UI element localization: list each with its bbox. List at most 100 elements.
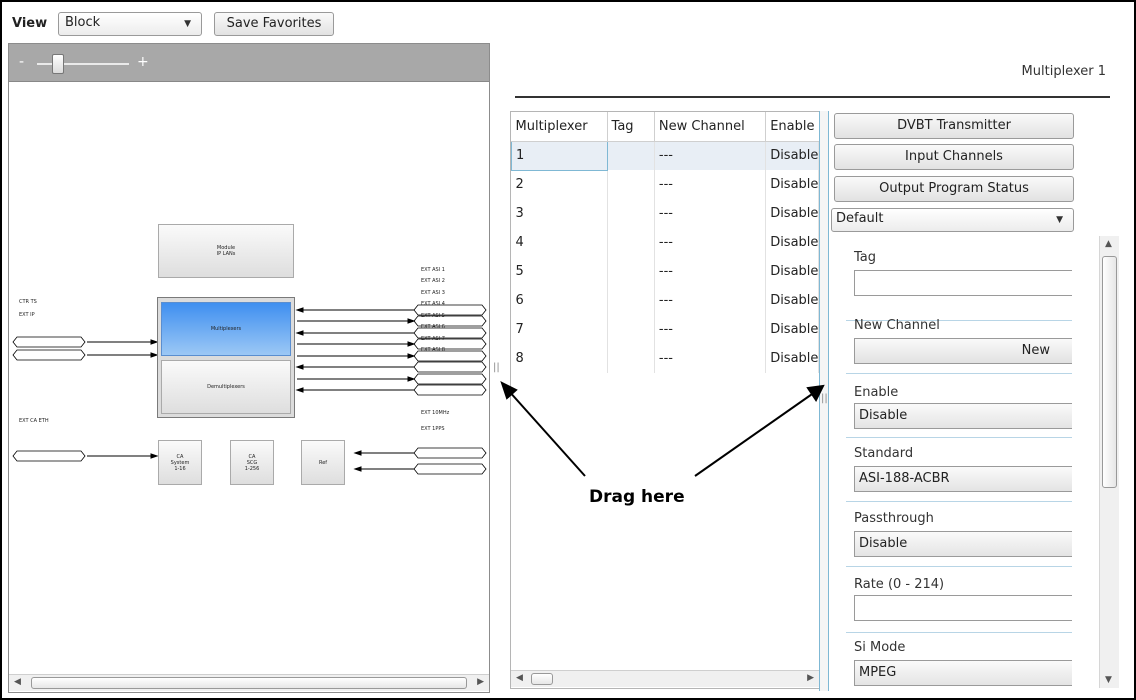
table-cell[interactable]: [607, 344, 655, 373]
property-divider: [846, 632, 1072, 633]
table-cell[interactable]: 7: [511, 315, 608, 344]
table-cell[interactable]: Disable: [765, 199, 819, 228]
table-cell[interactable]: Disable: [765, 286, 819, 315]
table-row[interactable]: 5 --- Disable: [511, 257, 819, 286]
scroll-up-icon[interactable]: ▲: [1105, 239, 1112, 249]
view-select[interactable]: Block ▼: [58, 12, 202, 36]
table-cell[interactable]: ---: [654, 257, 767, 286]
rate-input[interactable]: [854, 595, 1072, 621]
column-header[interactable]: Tag: [607, 112, 655, 142]
tag-input[interactable]: [854, 270, 1072, 296]
table-cell[interactable]: [607, 315, 655, 344]
table-cell[interactable]: 4: [511, 228, 608, 257]
enable-select[interactable]: Disable: [854, 403, 1072, 429]
passthrough-property: Passthrough Disable: [838, 511, 1072, 567]
table-row[interactable]: 1 --- Disable: [511, 140, 819, 171]
table-row[interactable]: 3 --- Disable: [511, 199, 819, 228]
table-cell[interactable]: ---: [654, 344, 767, 373]
table-cell[interactable]: Disable: [765, 257, 819, 286]
table-cell[interactable]: 2: [511, 170, 608, 199]
asi-tag: EXT ASI 4: [421, 301, 445, 307]
properties-panel: Tag New Channel New Enable Disable Stand…: [838, 236, 1072, 690]
property-label: Rate (0 - 214): [854, 577, 945, 592]
table-cell[interactable]: [607, 170, 655, 199]
preset-select-value: Default: [836, 211, 884, 226]
input-tag: CTR TS: [19, 299, 37, 305]
rate-property: Rate (0 - 214): [838, 577, 1072, 633]
table-cell[interactable]: [607, 286, 655, 315]
property-divider: [846, 501, 1072, 502]
enable-property: Enable Disable: [838, 385, 1072, 438]
table-cell[interactable]: 8: [511, 344, 608, 373]
table-cell[interactable]: [607, 228, 655, 257]
table-cell[interactable]: ---: [654, 228, 767, 257]
asi-tag: EXT ASI 2: [421, 278, 445, 284]
table-horizontal-scrollbar[interactable]: ◀ ▶: [511, 670, 819, 687]
table-cell[interactable]: ---: [654, 141, 767, 170]
drag-here-annotation: Drag here: [589, 487, 685, 507]
table-cell[interactable]: 1: [511, 140, 608, 171]
ca-scg-block[interactable]: CA SCG 1-256: [230, 440, 274, 485]
standard-property: Standard ASI-188-ACBR: [838, 446, 1072, 502]
ref-input-tag: EXT 10MHz: [421, 410, 450, 416]
input-tag: EXT CA ETH: [19, 418, 49, 424]
input-channels-button[interactable]: Input Channels: [834, 144, 1074, 170]
asi-tag: EXT ASI 1: [421, 267, 445, 273]
table-cell[interactable]: Disable: [765, 170, 819, 199]
table-row[interactable]: 8 --- Disable: [511, 344, 819, 373]
table-row[interactable]: 7 --- Disable: [511, 315, 819, 344]
table-cell[interactable]: Disable: [765, 141, 819, 170]
table-cell[interactable]: ---: [654, 315, 767, 344]
table-cell[interactable]: ---: [654, 170, 767, 199]
preset-select[interactable]: Default ▼: [831, 208, 1074, 232]
asi-tag: EXT ASI 7: [421, 336, 445, 342]
new-channel-property: New Channel New: [838, 318, 1072, 374]
save-favorites-button[interactable]: Save Favorites: [214, 12, 334, 36]
property-label: New Channel: [854, 318, 940, 333]
multiplexers-block[interactable]: Multiplexers: [161, 302, 291, 356]
properties-vertical-scrollbar[interactable]: ▲ ▼: [1099, 236, 1119, 688]
scrollbar-thumb[interactable]: [531, 673, 553, 685]
passthrough-select[interactable]: Disable: [854, 531, 1072, 557]
demultiplexers-block[interactable]: Demultiplexers: [161, 360, 291, 414]
table-cell[interactable]: Disable: [765, 315, 819, 344]
property-divider: [846, 373, 1072, 374]
column-header[interactable]: New Channel: [654, 112, 767, 142]
diagram-horizontal-scrollbar[interactable]: ◀ ▶: [9, 674, 489, 691]
scroll-left-icon[interactable]: ◀: [14, 677, 21, 687]
table-cell[interactable]: 5: [511, 257, 608, 286]
column-header[interactable]: Multiplexer: [511, 112, 608, 142]
table-row[interactable]: 6 --- Disable: [511, 286, 819, 315]
property-label: Tag: [854, 250, 877, 265]
table-cell[interactable]: 3: [511, 199, 608, 228]
table-header-row: Multiplexer Tag New Channel Enable: [511, 112, 819, 142]
asi-tag: EXT ASI 5: [421, 313, 445, 319]
column-header[interactable]: Enable: [765, 112, 819, 142]
table-cell[interactable]: ---: [654, 199, 767, 228]
ref-block[interactable]: Ref: [301, 440, 345, 485]
ca-system-block[interactable]: CA System 1-16: [158, 440, 202, 485]
standard-select[interactable]: ASI-188-ACBR: [854, 466, 1072, 492]
input-tag: EXT IP: [19, 312, 35, 318]
scroll-left-icon[interactable]: ◀: [516, 673, 523, 683]
table-cell[interactable]: [607, 199, 655, 228]
output-program-status-button[interactable]: Output Program Status: [834, 176, 1074, 202]
scroll-right-icon[interactable]: ▶: [477, 677, 484, 687]
table-row[interactable]: 2 --- Disable: [511, 170, 819, 199]
scroll-down-icon[interactable]: ▼: [1105, 675, 1112, 685]
table-cell[interactable]: [607, 141, 655, 170]
dvbt-transmitter-button[interactable]: DVBT Transmitter: [834, 113, 1074, 139]
si-mode-select[interactable]: MPEG: [854, 660, 1072, 686]
table-cell[interactable]: Disable: [765, 228, 819, 257]
tag-property: Tag: [838, 250, 1072, 321]
scrollbar-thumb[interactable]: [1102, 256, 1117, 488]
scroll-right-icon[interactable]: ▶: [807, 673, 814, 683]
table-cell[interactable]: ---: [654, 286, 767, 315]
scrollbar-thumb[interactable]: [31, 677, 467, 689]
table-cell[interactable]: Disable: [765, 344, 819, 373]
new-channel-button[interactable]: New: [854, 338, 1072, 364]
table-cell[interactable]: 6: [511, 286, 608, 315]
module-ip-lans-block[interactable]: Module IP LANs: [158, 224, 294, 278]
table-cell[interactable]: [607, 257, 655, 286]
table-row[interactable]: 4 --- Disable: [511, 228, 819, 257]
